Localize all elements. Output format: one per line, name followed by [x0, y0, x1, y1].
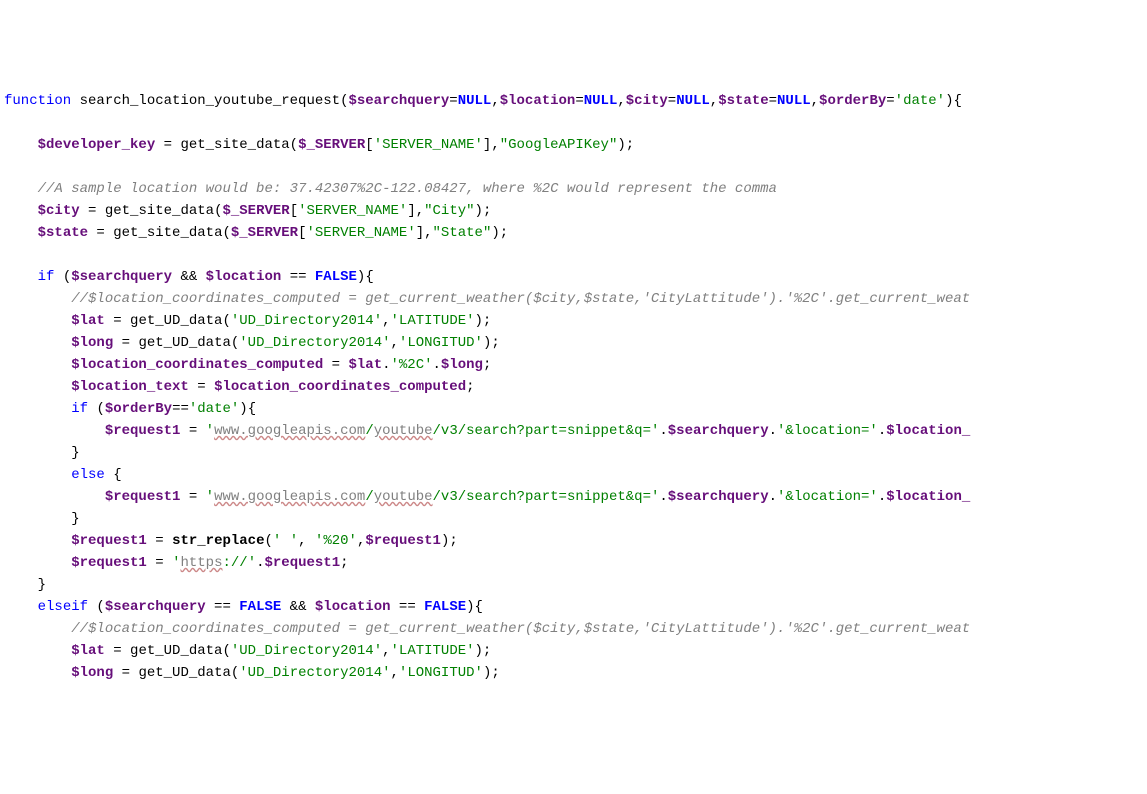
code-line: $lat = get_UD_data('UD_Directory2014','L…: [4, 313, 491, 329]
code-line: }: [4, 445, 80, 461]
code-line: $city = get_site_data($_SERVER['SERVER_N…: [4, 203, 491, 219]
code-line: //$location_coordinates_computed = get_c…: [4, 291, 970, 307]
code-line: $long = get_UD_data('UD_Directory2014','…: [4, 665, 500, 681]
code-editor[interactable]: function search_location_youtube_request…: [0, 88, 1147, 684]
code-line: //A sample location would be: 37.42307%2…: [4, 181, 777, 197]
code-line: //$location_coordinates_computed = get_c…: [4, 621, 970, 637]
code-line: elseif ($searchquery == FALSE && $locati…: [4, 599, 483, 615]
code-line: if ($searchquery && $location == FALSE){: [4, 269, 374, 285]
code-line: else {: [4, 467, 122, 483]
code-line: $lat = get_UD_data('UD_Directory2014','L…: [4, 643, 491, 659]
code-line: $long = get_UD_data('UD_Directory2014','…: [4, 335, 500, 351]
code-line: if ($orderBy=='date'){: [4, 401, 256, 417]
code-line: $location_text = $location_coordinates_c…: [4, 379, 475, 395]
code-line: $location_coordinates_computed = $lat.'%…: [4, 357, 491, 373]
code-line: $state = get_site_data($_SERVER['SERVER_…: [4, 225, 508, 241]
code-line: $request1 = str_replace(' ', '%20',$requ…: [4, 533, 458, 549]
code-line: $developer_key = get_site_data($_SERVER[…: [4, 137, 634, 153]
code-line: $request1 = 'https://'.$request1;: [4, 555, 349, 571]
code-line: }: [4, 511, 80, 527]
code-line: function search_location_youtube_request…: [4, 93, 962, 109]
code-line: }: [4, 577, 46, 593]
code-line: $request1 = 'www.googleapis.com/youtube/…: [4, 489, 970, 505]
code-line: $request1 = 'www.googleapis.com/youtube/…: [4, 423, 970, 439]
